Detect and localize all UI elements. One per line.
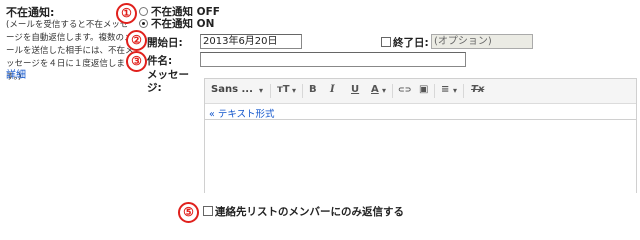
font-dropdown-icon[interactable]: ▾: [259, 86, 263, 95]
start-date-field[interactable]: 2013年6月20日: [200, 34, 302, 49]
align-dropdown-icon[interactable]: ▾: [453, 86, 457, 95]
bold-icon[interactable]: B: [309, 84, 317, 95]
vacation-on-radio[interactable]: [139, 19, 148, 28]
align-icon[interactable]: ≡: [441, 84, 449, 95]
start-date-label: 開始日:: [147, 37, 183, 49]
annotation-5: ⑤: [178, 202, 199, 223]
link-icon[interactable]: ⊂⊃: [398, 85, 411, 94]
annotation-3: ③: [126, 51, 147, 72]
size-dropdown-icon[interactable]: ▾: [292, 86, 296, 95]
section-title: 不在通知:: [6, 6, 55, 19]
underline-icon[interactable]: U: [351, 84, 359, 95]
clear-formatting-icon[interactable]: Tx: [471, 84, 484, 95]
details-link[interactable]: 詳細: [6, 66, 26, 81]
toolbar-separator: [392, 84, 393, 98]
font-size-icon[interactable]: ᴛT: [277, 84, 290, 95]
subject-field[interactable]: [200, 52, 466, 67]
message-body[interactable]: [205, 119, 636, 193]
end-date-field[interactable]: (オプション): [431, 34, 533, 49]
annotation-2: ②: [126, 30, 147, 51]
annotation-1: ①: [116, 3, 137, 24]
contacts-only-checkbox[interactable]: [203, 206, 213, 216]
vacation-on-label[interactable]: 不在通知 ON: [151, 16, 214, 31]
toolbar-separator: [270, 84, 271, 98]
toolbar-separator: [434, 84, 435, 98]
message-label: メッセージ:: [147, 69, 189, 94]
end-date-checkbox[interactable]: [381, 37, 391, 47]
toolbar-separator: [463, 84, 464, 98]
toolbar-separator: [302, 84, 303, 98]
subject-label: 件名:: [147, 55, 173, 67]
italic-icon[interactable]: I: [330, 84, 335, 95]
message-editor: Sans ... ▾ ᴛT ▾ B I U A ▾ ⊂⊃ ▣ ≡ ▾ Tx « …: [204, 78, 637, 193]
image-icon[interactable]: ▣: [419, 84, 428, 95]
contacts-only-label[interactable]: 連絡先リストのメンバーにのみ返信する: [215, 204, 404, 219]
format-toolbar: Sans ... ▾ ᴛT ▾ B I U A ▾ ⊂⊃ ▣ ≡ ▾ Tx: [205, 79, 636, 104]
color-dropdown-icon[interactable]: ▾: [382, 86, 386, 95]
font-select[interactable]: Sans ...: [211, 84, 253, 95]
plain-text-link[interactable]: « テキスト形式: [209, 106, 275, 120]
vacation-off-radio[interactable]: [139, 7, 148, 16]
text-color-icon[interactable]: A: [371, 84, 379, 95]
end-date-label[interactable]: 終了日:: [393, 35, 429, 50]
